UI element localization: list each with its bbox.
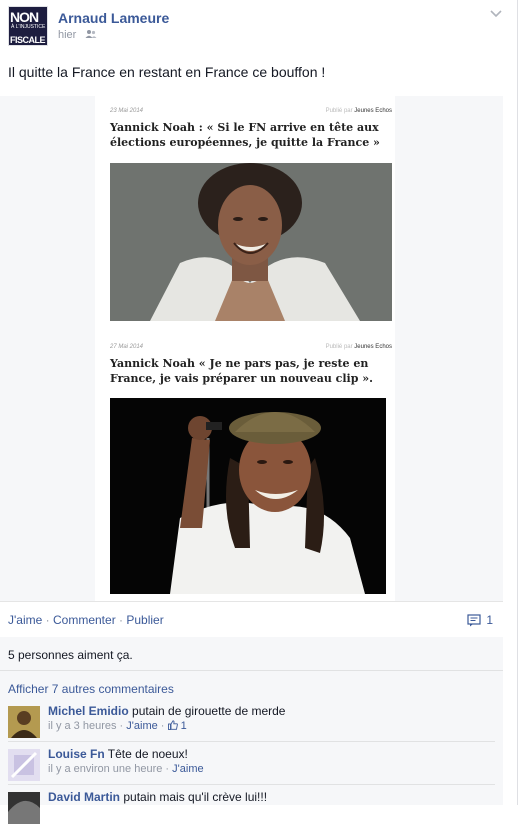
post-timestamp[interactable]: hier <box>58 29 76 41</box>
commenter-name[interactable]: David Martin <box>48 790 120 804</box>
author-name[interactable]: Arnaud Lameure <box>58 10 169 26</box>
comment-text: Tête de noeux! <box>107 747 188 761</box>
comment-bubble-icon <box>467 613 481 626</box>
comment-count-badge[interactable]: 1 <box>467 613 493 627</box>
comment-text: putain mais qu'il crève lui!!! <box>123 790 268 804</box>
share-link[interactable]: Publier <box>126 613 163 627</box>
noah-photo-1 <box>110 163 392 321</box>
post-message: Il quitte la France en restant en France… <box>8 64 326 80</box>
article2-date: 27 Mai 2014 <box>110 344 144 350</box>
chevron-down-icon[interactable] <box>489 8 503 20</box>
comment-item: Michel Emidio putain de girouette de mer… <box>8 704 503 740</box>
avatar-non-text: NON <box>10 9 39 25</box>
avatar-subtitle: À L'INJUSTICE <box>11 24 46 30</box>
article2-source: Jeunes Echos <box>354 344 392 350</box>
comment-like-count[interactable]: 1 <box>181 720 187 732</box>
article1-header: 23 Mai 2014 Publié par Jeunes Echos Yann… <box>110 108 392 150</box>
avatar-fiscal-text: FISCALE <box>10 35 46 45</box>
like-link[interactable]: J'aime <box>8 613 42 627</box>
comment-link[interactable]: Commenter <box>53 613 116 627</box>
comment-count-value: 1 <box>486 613 493 627</box>
thumbs-up-icon <box>167 720 178 730</box>
article1-source: Jeunes Echos <box>354 108 392 114</box>
article2-published-prefix: Publié par <box>325 344 353 350</box>
show-more-comments-link[interactable]: Afficher 7 autres commentaires <box>8 682 174 696</box>
commenter-avatar[interactable] <box>8 749 40 781</box>
post-meta: hier <box>58 29 97 41</box>
divider <box>0 670 503 671</box>
comment-item: David Martin putain mais qu'il crève lui… <box>8 790 503 826</box>
author-avatar[interactable]: NON À L'INJUSTICE FISCALE <box>8 6 48 46</box>
noah-photo-2 <box>110 398 386 594</box>
comment-time[interactable]: il y a environ une heure <box>48 763 162 775</box>
post-card: NON À L'INJUSTICE FISCALE Arnaud Lameure… <box>0 0 518 824</box>
divider <box>8 784 495 785</box>
article2-headline: Yannick Noah « Je ne pars pas, je reste … <box>110 357 373 385</box>
post-actions-bar: J'aime · Commenter · Publier 1 <box>0 601 503 638</box>
friends-icon[interactable] <box>85 29 97 39</box>
comment-like-link[interactable]: J'aime <box>172 763 203 775</box>
likes-summary[interactable]: 5 personnes aiment ça. <box>8 648 133 662</box>
divider <box>8 741 495 742</box>
article1-headline: Yannick Noah : « Si le FN arrive en tête… <box>110 121 380 149</box>
article1-date: 23 Mai 2014 <box>110 108 144 114</box>
comment-like-link[interactable]: J'aime <box>126 720 157 732</box>
commenter-name[interactable]: Louise Fn <box>48 747 105 761</box>
comment-time[interactable]: il y a 3 heures <box>48 720 116 732</box>
commenter-avatar[interactable] <box>8 706 40 738</box>
comment-text: putain de girouette de merde <box>132 704 286 718</box>
feedback-section: 5 personnes aiment ça. Afficher 7 autres… <box>0 637 503 824</box>
commenter-name[interactable]: Michel Emidio <box>48 704 129 718</box>
article2-header: 27 Mai 2014 Publié par Jeunes Echos Yann… <box>110 344 392 386</box>
comment-item: Louise Fn Tête de noeux! il y a environ … <box>8 747 503 783</box>
article1-published-prefix: Publié par <box>325 108 353 114</box>
commenter-avatar[interactable] <box>8 792 40 824</box>
